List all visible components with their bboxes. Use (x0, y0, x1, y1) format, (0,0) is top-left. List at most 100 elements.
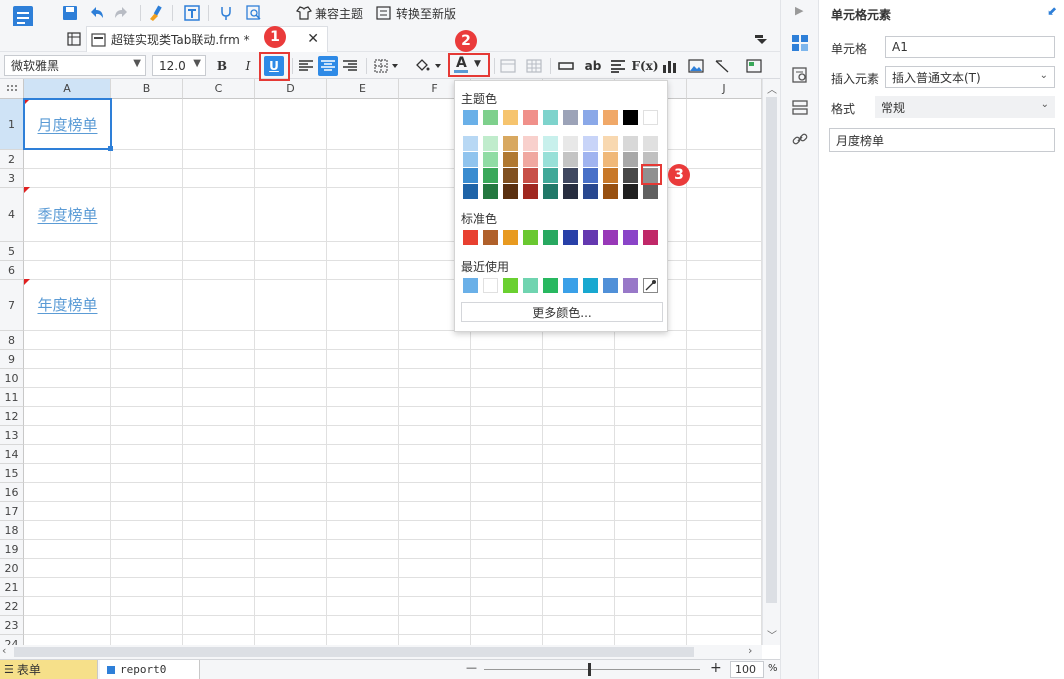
theme-shade-swatch[interactable] (623, 184, 638, 199)
cell-input[interactable]: A1 (885, 36, 1055, 58)
row-header-19[interactable]: 19 (0, 540, 24, 559)
recent-color-swatch[interactable] (503, 278, 518, 293)
standard-color-swatch[interactable] (603, 230, 618, 245)
standard-color-swatch[interactable] (623, 230, 638, 245)
insert-element-select[interactable]: 插入普通文本(T) ⌄ (885, 66, 1055, 88)
theme-shade-swatch[interactable] (583, 168, 598, 183)
plugin-icon[interactable] (216, 3, 236, 23)
sheet-tab-form[interactable]: ☰ 表单 (0, 660, 98, 679)
horizontal-scrollbar[interactable]: ‹ › (0, 644, 762, 659)
row-header-4[interactable]: 4 (0, 188, 24, 242)
row-header-13[interactable]: 13 (0, 426, 24, 445)
column-header-j[interactable]: J (687, 79, 762, 99)
row-header-11[interactable]: 11 (0, 388, 24, 407)
theme-shade-swatch[interactable] (523, 152, 538, 167)
theme-shade-swatch[interactable] (563, 152, 578, 167)
row-header-17[interactable]: 17 (0, 502, 24, 521)
recent-color-swatch[interactable] (623, 278, 638, 293)
close-tab-icon[interactable]: ✕ (307, 31, 319, 47)
row-header-22[interactable]: 22 (0, 597, 24, 616)
scroll-right-icon[interactable]: › (748, 644, 752, 657)
column-header-c[interactable]: C (183, 79, 255, 99)
theme-shade-swatch[interactable] (463, 184, 478, 199)
column-header-e[interactable]: E (327, 79, 399, 99)
content-input[interactable]: 月度榜单 (829, 128, 1055, 152)
theme-color-swatch[interactable] (503, 110, 518, 125)
row-header-15[interactable]: 15 (0, 464, 24, 483)
theme-color-swatch[interactable] (523, 110, 538, 125)
column-header-d[interactable]: D (255, 79, 327, 99)
theme-shade-swatch[interactable] (603, 184, 618, 199)
recent-color-swatch[interactable] (583, 278, 598, 293)
split-cells-icon[interactable] (524, 56, 544, 76)
font-size-select[interactable]: 12.0 ▼ (152, 55, 206, 76)
theme-shade-swatch[interactable] (643, 136, 658, 151)
zoom-in-button[interactable]: + (710, 660, 722, 676)
theme-color-swatch[interactable] (463, 110, 478, 125)
cell-attribute-icon[interactable] (791, 66, 809, 84)
theme-shade-swatch[interactable] (503, 168, 518, 183)
align-left-icon[interactable] (296, 56, 316, 76)
theme-shade-swatch[interactable] (603, 152, 618, 167)
theme-shade-swatch[interactable] (463, 136, 478, 151)
theme-shade-swatch[interactable] (583, 136, 598, 151)
recent-color-swatch[interactable] (543, 278, 558, 293)
cell-a7[interactable]: 年度榜单 (24, 279, 111, 330)
theme-shade-swatch[interactable] (563, 168, 578, 183)
theme-shade-swatch[interactable] (503, 152, 518, 167)
paragraph-icon[interactable] (608, 56, 628, 76)
standard-color-swatch[interactable] (463, 230, 478, 245)
chart-icon[interactable] (660, 56, 680, 76)
standard-color-swatch[interactable] (503, 230, 518, 245)
theme-shade-swatch[interactable] (543, 152, 558, 167)
theme-color-swatch[interactable] (543, 110, 558, 125)
theme-shade-swatch[interactable] (643, 184, 658, 199)
convert-new-button[interactable]: 转换至新版 (376, 3, 456, 23)
cell-a4[interactable]: 季度榜单 (24, 187, 111, 241)
theme-shade-swatch[interactable] (543, 184, 558, 199)
cell-element-icon[interactable] (791, 34, 809, 52)
standard-color-swatch[interactable] (523, 230, 538, 245)
grid-view-icon[interactable] (64, 29, 84, 49)
redo-icon[interactable] (112, 3, 132, 23)
row-header-16[interactable]: 16 (0, 483, 24, 502)
recent-color-swatch[interactable] (563, 278, 578, 293)
column-header-a[interactable]: A (24, 79, 111, 99)
theme-shade-swatch[interactable] (503, 136, 518, 151)
recent-color-swatch[interactable] (603, 278, 618, 293)
theme-shade-swatch[interactable] (523, 168, 538, 183)
theme-shade-swatch[interactable] (603, 168, 618, 183)
widget-setting-icon[interactable] (791, 98, 809, 116)
standard-color-swatch[interactable] (543, 230, 558, 245)
column-header-b[interactable]: B (111, 79, 183, 99)
recent-color-swatch[interactable] (483, 278, 498, 293)
theme-shade-swatch[interactable] (463, 168, 478, 183)
scroll-left-icon[interactable]: ‹ (2, 644, 6, 657)
sheet-tab-report[interactable]: report0 (100, 660, 200, 679)
row-header-14[interactable]: 14 (0, 445, 24, 464)
more-colors-button[interactable]: 更多颜色... (461, 302, 663, 322)
hyperlink-icon[interactable] (791, 130, 809, 148)
theme-shade-swatch[interactable] (583, 184, 598, 199)
row-header-3[interactable]: 3 (0, 169, 24, 188)
row-header-5[interactable]: 5 (0, 242, 24, 261)
formula-button[interactable]: F(x) (631, 56, 658, 76)
theme-color-swatch[interactable] (603, 110, 618, 125)
image-icon[interactable] (686, 56, 706, 76)
border-icon[interactable] (372, 56, 402, 76)
row-header-20[interactable]: 20 (0, 559, 24, 578)
merge-cells-icon[interactable] (498, 56, 518, 76)
row-header-12[interactable]: 12 (0, 407, 24, 426)
theme-color-swatch[interactable] (563, 110, 578, 125)
theme-shade-swatch[interactable] (483, 184, 498, 199)
row-header-23[interactable]: 23 (0, 616, 24, 635)
zoom-slider-handle[interactable] (588, 663, 591, 676)
template-icon[interactable] (182, 3, 202, 23)
pin-icon[interactable]: ⬋ (1047, 4, 1057, 18)
vertical-scrollbar[interactable]: ︿ ﹀ (762, 79, 780, 645)
compat-theme-button[interactable]: 兼容主题 (296, 3, 363, 23)
collapse-arrow-icon[interactable]: ▶ (795, 4, 803, 17)
scroll-thumb[interactable] (14, 647, 694, 657)
font-name-select[interactable]: 微软雅黑 ▼ (4, 55, 146, 76)
theme-shade-swatch[interactable] (563, 136, 578, 151)
